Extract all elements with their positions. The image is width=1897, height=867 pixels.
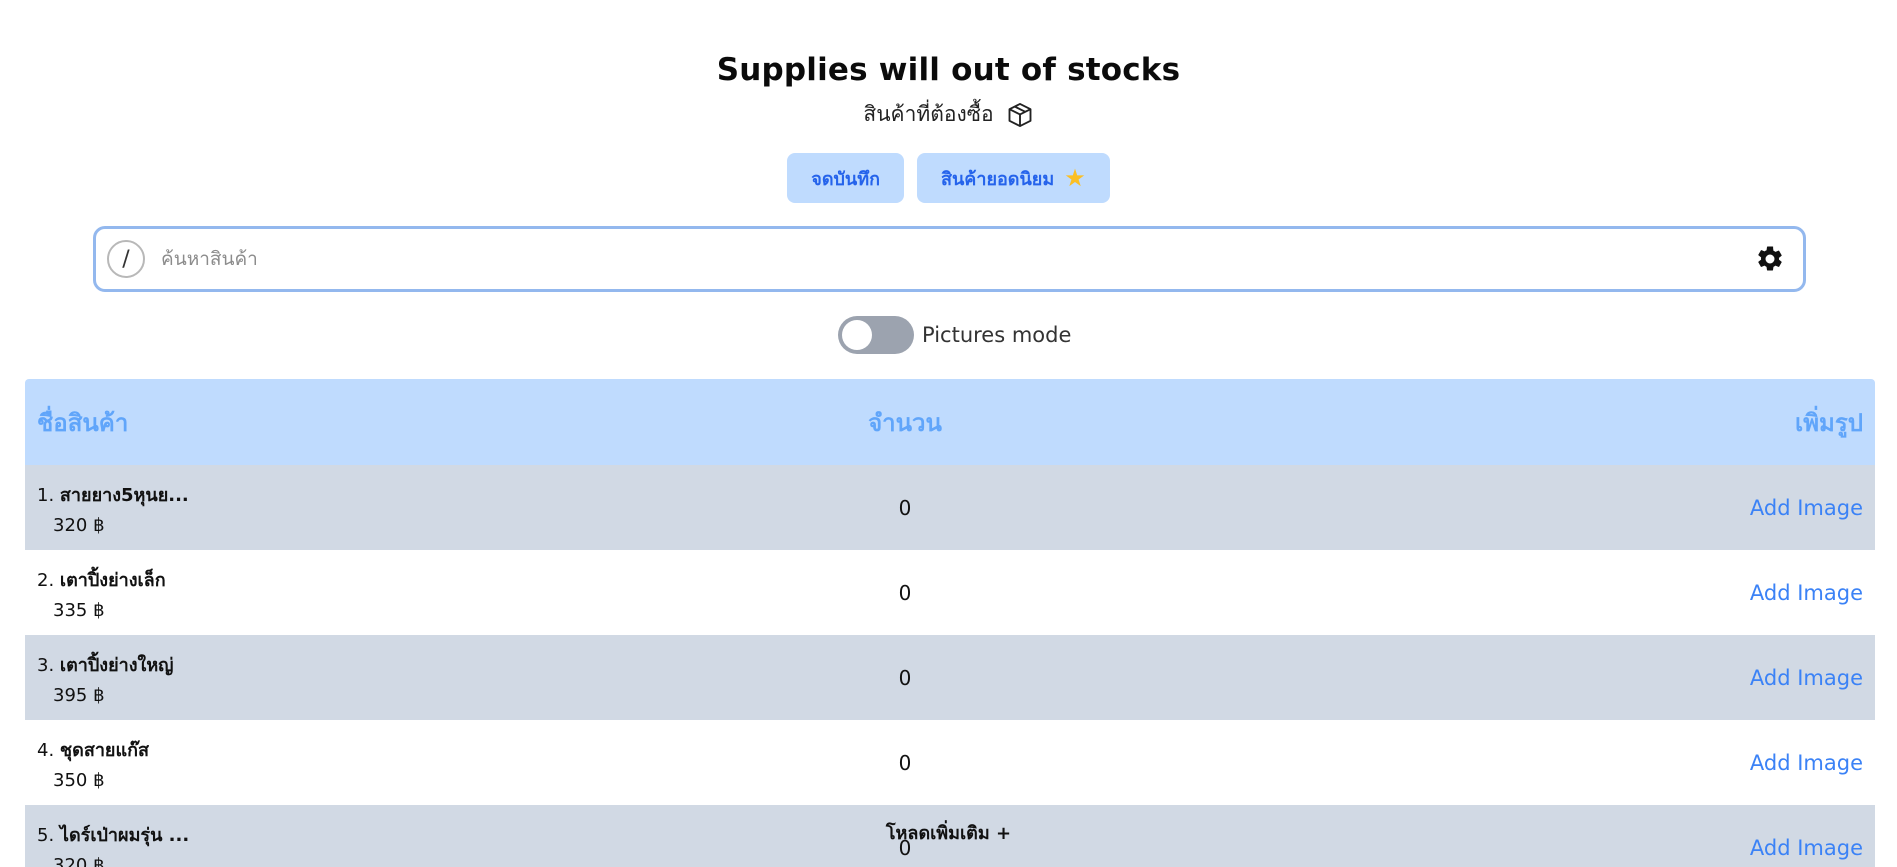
page-header: Supplies will out of stocks สินค้าที่ต้อ… (0, 52, 1897, 131)
product-name-cell: 4. ชุดสายแก๊ส 350 ฿ (37, 735, 637, 791)
action-buttons: จดบันทึก สินค้ายอดนิยม ★ (0, 153, 1897, 203)
row-index: 4. (37, 739, 55, 761)
pictures-mode-toggle[interactable] (838, 316, 914, 354)
load-more-button[interactable]: โหลดเพิ่มเติม + (0, 818, 1897, 847)
product-price: 335 ฿ (53, 599, 105, 621)
gear-icon[interactable] (1755, 244, 1785, 274)
add-image-link[interactable]: Add Image (1263, 581, 1863, 605)
column-header-quantity[interactable]: จำนวน (637, 403, 1263, 442)
subtitle-text: สินค้าที่ต้องซื้อ (863, 102, 994, 126)
add-image-link[interactable]: Add Image (1263, 751, 1863, 775)
notes-button[interactable]: จดบันทึก (787, 153, 904, 203)
row-index: 1. (37, 484, 55, 506)
product-quantity: 0 (898, 665, 912, 690)
product-price: 320 ฿ (53, 514, 105, 536)
table-row[interactable]: 2. เตาปิ้งย่างเล็ก 335 ฿ 0 Add Image (25, 550, 1875, 635)
search-bar: / (93, 226, 1806, 292)
product-name-cell: 2. เตาปิ้งย่างเล็ก 335 ฿ (37, 565, 637, 621)
page-subtitle: สินค้าที่ต้องซื้อ (863, 98, 1033, 131)
popular-products-label: สินค้ายอดนิยม (941, 168, 1055, 190)
product-price: 350 ฿ (53, 769, 105, 791)
product-name: สายยาง5หุนย... (59, 484, 189, 506)
product-quantity: 0 (898, 495, 912, 520)
product-name-cell: 1. สายยาง5หุนย... 320 ฿ (37, 480, 637, 536)
product-price: 395 ฿ (53, 684, 105, 706)
table-header: ชื่อสินค้า จำนวน เพิ่มรูป (25, 379, 1875, 465)
star-icon: ★ (1064, 164, 1086, 192)
table-row[interactable]: 4. ชุดสายแก๊ส 350 ฿ 0 Add Image (25, 720, 1875, 805)
products-table: ชื่อสินค้า จำนวน เพิ่มรูป 1. สายยาง5หุนย… (25, 379, 1875, 867)
row-index: 2. (37, 569, 55, 591)
product-name: เตาปิ้งย่างใหญ่ (59, 654, 174, 676)
pictures-mode-toggle-row: Pictures mode (838, 316, 1071, 354)
column-header-name[interactable]: ชื่อสินค้า (37, 403, 637, 442)
notes-button-label: จดบันทึก (811, 168, 880, 190)
popular-products-button[interactable]: สินค้ายอดนิยม ★ (917, 153, 1110, 203)
search-input[interactable] (161, 248, 1755, 270)
add-image-link[interactable]: Add Image (1263, 496, 1863, 520)
product-quantity: 0 (898, 580, 912, 605)
toggle-knob (842, 320, 872, 350)
table-row[interactable]: 1. สายยาง5หุนย... 320 ฿ 0 Add Image (25, 465, 1875, 550)
box-icon (1008, 102, 1032, 127)
column-header-add-image[interactable]: เพิ่มรูป (1263, 403, 1863, 442)
pictures-mode-label: Pictures mode (922, 323, 1072, 347)
row-index: 3. (37, 654, 55, 676)
product-name: เตาปิ้งย่างเล็ก (59, 569, 166, 591)
product-name-cell: 3. เตาปิ้งย่างใหญ่ 395 ฿ (37, 650, 637, 706)
product-quantity: 0 (898, 750, 912, 775)
product-price: 320 ฿ (53, 854, 105, 867)
table-row[interactable]: 3. เตาปิ้งย่างใหญ่ 395 ฿ 0 Add Image (25, 635, 1875, 720)
product-name: ชุดสายแก๊ส (59, 739, 149, 761)
slash-shortcut-icon: / (107, 240, 145, 278)
add-image-link[interactable]: Add Image (1263, 666, 1863, 690)
page-title: Supplies will out of stocks (716, 52, 1181, 88)
